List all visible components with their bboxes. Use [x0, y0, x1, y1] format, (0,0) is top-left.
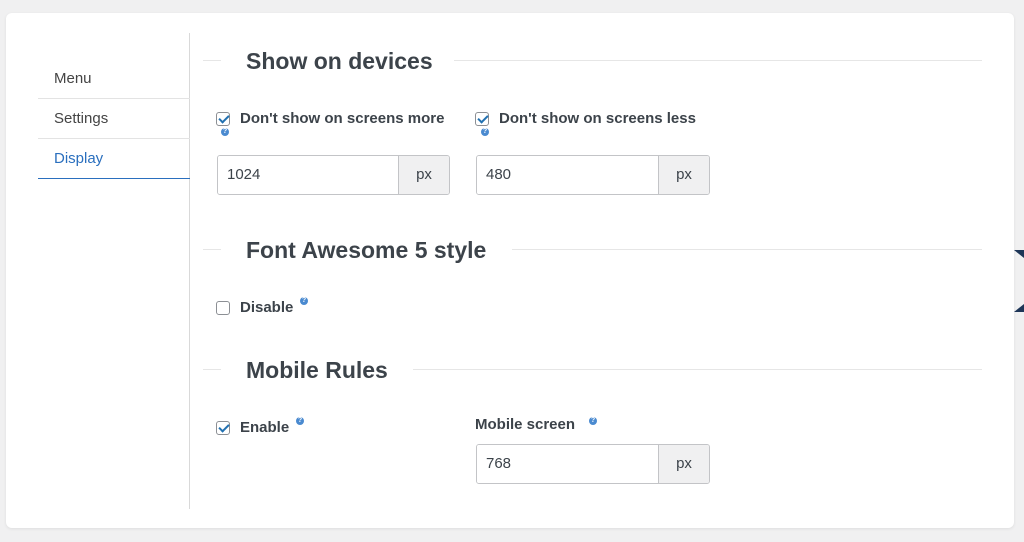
- section-divider: [512, 249, 982, 250]
- screens-more-checkbox[interactable]: [216, 111, 230, 126]
- help-icon[interactable]: ?: [300, 297, 308, 305]
- checkbox-row-enable: Enable: [216, 419, 289, 436]
- section-divider: [203, 369, 221, 370]
- section-header-mobile: Mobile Rules: [203, 355, 983, 385]
- help-icon[interactable]: ?: [589, 417, 597, 425]
- enable-label: Enable: [240, 419, 290, 436]
- section-divider: [203, 249, 221, 250]
- mobile-screen-input-group: 768 px: [476, 444, 710, 484]
- checkbox-row-screens-less: Don't show on screens less: [475, 110, 696, 127]
- unit-addon: px: [658, 445, 709, 483]
- screens-more-input-group: 1024 px: [217, 155, 450, 195]
- section-divider: [413, 369, 982, 370]
- checkbox-row-screens-more: Don't show on screens more: [216, 110, 444, 127]
- help-icon[interactable]: ?: [481, 128, 489, 136]
- section-title-fontawesome: Font Awesome 5 style: [246, 237, 487, 263]
- edge-triangle-icon: [1014, 250, 1024, 258]
- enable-checkbox[interactable]: [216, 420, 230, 435]
- disable-label: Disable: [240, 299, 294, 316]
- section-header-fontawesome: Font Awesome 5 style: [203, 235, 983, 265]
- unit-addon: px: [658, 156, 709, 194]
- disable-checkbox[interactable]: [216, 300, 230, 315]
- tab-display[interactable]: Display: [38, 139, 190, 179]
- section-header-devices: Show on devices: [203, 46, 983, 76]
- sidebar-tabs: Menu Settings Display: [38, 59, 190, 179]
- mobile-screen-label: Mobile screen: [475, 416, 576, 433]
- edge-triangle-icon: [1014, 304, 1024, 312]
- tab-menu[interactable]: Menu: [38, 59, 190, 99]
- screens-less-checkbox[interactable]: [475, 111, 489, 126]
- section-title-mobile: Mobile Rules: [246, 357, 388, 383]
- screens-less-input[interactable]: 480: [477, 156, 658, 194]
- section-title-devices: Show on devices: [246, 48, 433, 74]
- screens-more-input[interactable]: 1024: [218, 156, 398, 194]
- tab-settings[interactable]: Settings: [38, 99, 190, 139]
- help-icon[interactable]: ?: [296, 417, 304, 425]
- screens-more-label: Don't show on screens more: [240, 110, 445, 127]
- help-icon[interactable]: ?: [221, 128, 229, 136]
- unit-addon: px: [398, 156, 449, 194]
- section-divider: [454, 60, 982, 61]
- checkbox-row-disable: Disable: [216, 299, 293, 316]
- section-divider: [203, 60, 221, 61]
- screens-less-label: Don't show on screens less: [499, 110, 696, 127]
- mobile-screen-input[interactable]: 768: [477, 445, 658, 483]
- screens-less-input-group: 480 px: [476, 155, 710, 195]
